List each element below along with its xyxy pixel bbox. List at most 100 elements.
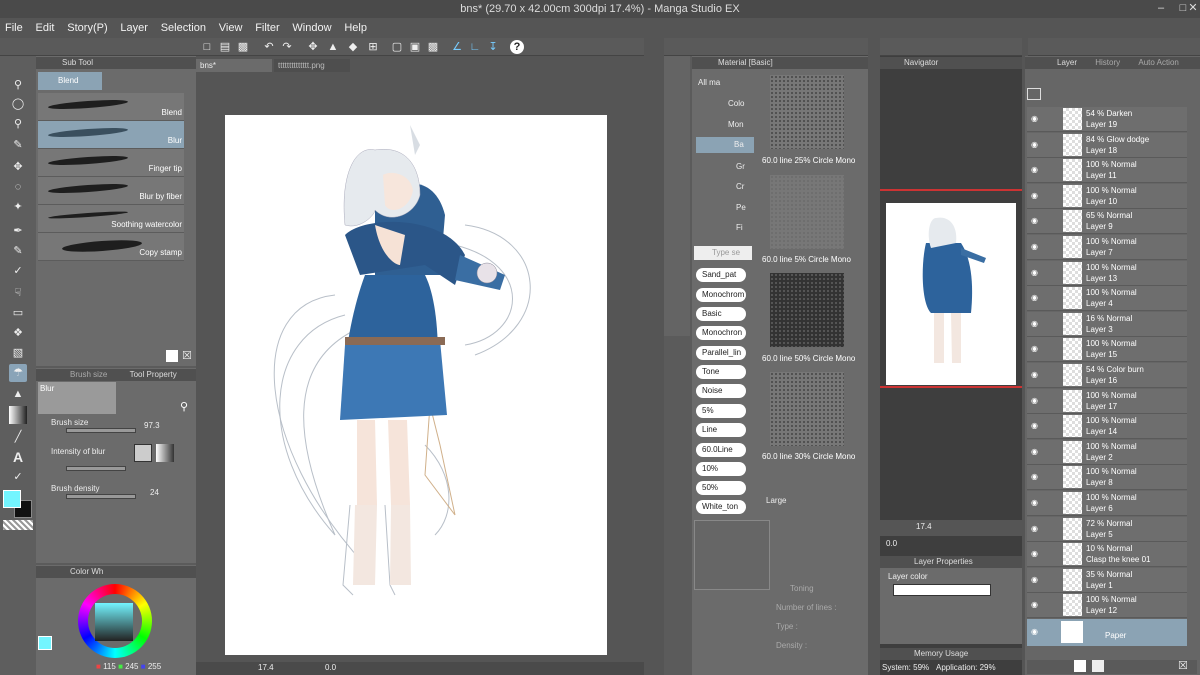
tag-monochron[interactable]: Monochron <box>696 326 746 340</box>
eraser-tool-icon[interactable]: ▭ <box>9 304 27 322</box>
material-search[interactable]: Type se <box>694 246 752 260</box>
visibility-eye-icon[interactable]: ◉ <box>1031 191 1038 200</box>
save-icon[interactable]: ▩ <box>236 40 250 54</box>
layer-row[interactable]: ◉ 100 % Normal Layer 13 <box>1027 260 1187 286</box>
visibility-eye-icon[interactable]: ◉ <box>1031 370 1038 379</box>
brush-density-slider[interactable] <box>66 494 136 499</box>
canvas-angle[interactable]: 0.0 <box>325 663 336 672</box>
decoration-tool-icon[interactable]: ❖ <box>9 324 27 342</box>
toning-checkbox[interactable]: Toning <box>790 584 814 593</box>
sub-tool-group-blend[interactable]: Blend <box>38 72 102 90</box>
tag-line[interactable]: Line <box>696 423 746 437</box>
fill-tool-icon[interactable]: ▲ <box>9 385 27 403</box>
layer-row[interactable]: ◉ 72 % Normal Layer 5 <box>1027 516 1187 542</box>
menu-layer[interactable]: Layer <box>115 18 153 38</box>
layer-color-swatch[interactable] <box>893 584 991 596</box>
blend-droplet-icon[interactable]: ☂ <box>9 364 27 382</box>
layer-row[interactable]: ◉ 54 % Darken Layer 19 <box>1027 107 1187 132</box>
brush-finger-tip[interactable]: Finger tip <box>38 149 184 177</box>
tab-auto-action[interactable]: Auto Action <box>1138 58 1178 67</box>
layer-row[interactable]: ◉ 100 % Normal Layer 8 <box>1027 465 1187 491</box>
tag-monochrom[interactable]: Monochrom <box>696 288 746 302</box>
pen-tool-icon[interactable]: ✒ <box>9 222 27 240</box>
magnify-tool-icon[interactable]: ⚲ <box>9 115 27 133</box>
brush-size-slider[interactable] <box>66 428 136 433</box>
new-layer-icon[interactable] <box>1074 660 1086 672</box>
tag-10pct[interactable]: 10% <box>696 462 746 476</box>
layer-row-paper[interactable]: ◉ Paper <box>1027 619 1187 646</box>
perspective-icon[interactable]: ∟ <box>468 40 482 54</box>
material-tree-cr[interactable]: Cr <box>736 182 744 191</box>
tab-png[interactable]: tttttttttttttt.png <box>274 59 350 72</box>
tone-thumb-30[interactable] <box>770 372 844 446</box>
pressure-icon[interactable] <box>134 444 152 462</box>
menu-story[interactable]: Story(P) <box>62 18 112 38</box>
select-all-icon[interactable]: ▩ <box>426 40 440 54</box>
canvas-zoom[interactable]: 17.4 <box>258 663 274 672</box>
figure-tool-icon[interactable]: ╱ <box>9 428 27 446</box>
visibility-eye-icon[interactable]: ◉ <box>1031 268 1038 277</box>
menu-view[interactable]: View <box>214 18 248 38</box>
navigator-angle[interactable]: 0.0 <box>886 539 897 548</box>
visibility-eye-icon[interactable]: ◉ <box>1031 524 1038 533</box>
close-icon[interactable]: ✕ <box>1186 0 1200 17</box>
visibility-eye-icon[interactable]: ◉ <box>1031 627 1038 636</box>
visibility-eye-icon[interactable]: ◉ <box>1031 165 1038 174</box>
material-tree-gr[interactable]: Gr <box>736 162 745 171</box>
brush-copy-stamp[interactable]: Copy stamp <box>38 233 184 261</box>
menu-selection[interactable]: Selection <box>156 18 211 38</box>
menu-window[interactable]: Window <box>287 18 336 38</box>
menu-edit[interactable]: Edit <box>31 18 60 38</box>
invert-selection-icon[interactable]: ▣ <box>408 40 422 54</box>
transparent-color-swatch[interactable] <box>3 520 33 530</box>
material-tree-fi[interactable]: Fi <box>736 223 743 232</box>
tag-50pct[interactable]: 50% <box>696 481 746 495</box>
layer-row[interactable]: ◉ 54 % Color burn Layer 16 <box>1027 363 1187 388</box>
tag-white-ton[interactable]: White_ton <box>696 500 746 514</box>
layer-row[interactable]: ◉ 100 % Normal Layer 7 <box>1027 235 1187 260</box>
visibility-eye-icon[interactable]: ◉ <box>1031 319 1038 328</box>
tab-tool-property[interactable]: Tool Property <box>130 370 177 379</box>
tone-thumb-5[interactable] <box>770 175 844 249</box>
wheel-main-color[interactable] <box>38 636 52 650</box>
layer-row[interactable]: ◉ 10 % Normal Clasp the knee 01 <box>1027 542 1187 568</box>
brush-blur-by-fiber[interactable]: Blur by fiber <box>38 177 184 205</box>
brush-blend[interactable]: Blend <box>38 93 184 121</box>
brush-density-value[interactable]: 24 <box>150 488 159 497</box>
menu-file[interactable]: File <box>0 18 28 38</box>
brush-size-value[interactable]: 97.3 <box>144 421 160 430</box>
tag-parallel-lin[interactable]: Parallel_lin <box>696 346 746 360</box>
eraser-icon[interactable]: ◆ <box>346 40 360 54</box>
balloon-tool-icon[interactable]: ✓ <box>9 468 27 486</box>
visibility-eye-icon[interactable]: ◉ <box>1031 600 1038 609</box>
tab-brush-size[interactable]: Brush size <box>70 370 107 379</box>
navigator-zoom[interactable]: 17.4 <box>916 522 932 531</box>
undo-icon[interactable]: ↶ <box>262 40 276 54</box>
menu-help[interactable]: Help <box>339 18 372 38</box>
layer-row[interactable]: ◉ 100 % Normal Layer 12 <box>1027 593 1187 619</box>
layer-row[interactable]: ◉ 100 % Normal Layer 10 <box>1027 183 1187 209</box>
thumbnail-size-select[interactable]: Large <box>766 496 786 505</box>
transform-icon[interactable]: ✥ <box>306 40 320 54</box>
tag-60-line[interactable]: 60.0Line <box>696 443 746 457</box>
brush-tool-icon[interactable]: ✓ <box>9 262 27 280</box>
deselect-icon[interactable]: ▢ <box>390 40 404 54</box>
visibility-eye-icon[interactable]: ◉ <box>1031 549 1038 558</box>
text-tool-icon[interactable]: A <box>9 448 27 466</box>
visibility-eye-icon[interactable]: ◉ <box>1031 140 1038 149</box>
layer-row[interactable]: ◉ 100 % Normal Layer 2 <box>1027 439 1187 465</box>
tab-layer[interactable]: Layer <box>1057 58 1077 67</box>
material-tree-mono[interactable]: Mon <box>728 120 744 129</box>
snap-icon[interactable]: ↧ <box>486 40 500 54</box>
tool-settings-icon[interactable]: ⚲ <box>180 400 188 413</box>
layer-row[interactable]: ◉ 35 % Normal Layer 1 <box>1027 567 1187 593</box>
menu-filter[interactable]: Filter <box>250 18 284 38</box>
saturation-value-square[interactable] <box>95 603 133 641</box>
new-file-icon[interactable]: □ <box>200 40 214 54</box>
tag-sand-pat[interactable]: Sand_pat <box>696 268 746 282</box>
new-vector-layer-icon[interactable] <box>1092 660 1104 672</box>
fill-icon[interactable]: ▲ <box>326 40 340 54</box>
visibility-eye-icon[interactable]: ◉ <box>1031 216 1038 225</box>
layer-row[interactable]: ◉ 100 % Normal Layer 6 <box>1027 491 1187 516</box>
visibility-eye-icon[interactable]: ◉ <box>1031 344 1038 353</box>
